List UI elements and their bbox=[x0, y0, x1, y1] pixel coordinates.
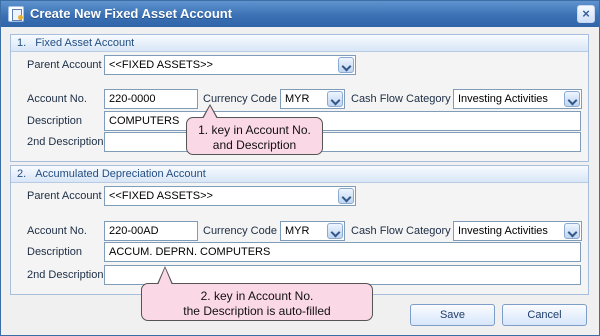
chevron-down-icon[interactable] bbox=[327, 223, 343, 239]
instruction-callout-one: 1. key in Account No. and Description bbox=[186, 104, 323, 155]
cancel-button[interactable]: Cancel bbox=[502, 304, 587, 326]
section-number: 1. bbox=[17, 37, 27, 49]
parent-account-label: Parent Account bbox=[27, 59, 102, 71]
accumulated-depreciation-section-header: 2. Accumulated Depreciation Account bbox=[11, 166, 588, 183]
description-label: Description bbox=[27, 115, 83, 127]
account-no-field[interactable]: 220-0000 bbox=[104, 89, 198, 109]
chevron-down-icon[interactable] bbox=[338, 57, 354, 73]
chevron-down-icon[interactable] bbox=[564, 91, 580, 107]
create-fixed-asset-account-dialog: Create New Fixed Asset Account × 1. Fixed… bbox=[0, 0, 600, 336]
parent-account-dropdown[interactable]: <<FIXED ASSETS>> bbox=[104, 186, 356, 206]
cash-flow-category-dropdown[interactable]: Investing Activities bbox=[453, 221, 582, 241]
description-label: Description bbox=[27, 246, 83, 258]
second-description-label: 2nd Description bbox=[27, 136, 104, 148]
currency-code-dropdown[interactable]: MYR bbox=[280, 221, 345, 241]
cash-flow-category-value: Investing Activities bbox=[458, 93, 548, 105]
section-title: Fixed Asset Account bbox=[35, 37, 135, 49]
parent-account-dropdown[interactable]: <<FIXED ASSETS>> bbox=[104, 55, 356, 75]
instruction-callout-two: 2. key in Account No. the Description is… bbox=[141, 266, 373, 321]
account-no-label: Account No. bbox=[27, 225, 87, 237]
parent-account-value: <<FIXED ASSETS>> bbox=[109, 190, 213, 202]
section-title: Accumulated Depreciation Account bbox=[35, 168, 206, 180]
cash-flow-category-dropdown[interactable]: Investing Activities bbox=[453, 89, 582, 109]
currency-code-label: Currency Code bbox=[203, 225, 277, 237]
dialog-title: Create New Fixed Asset Account bbox=[30, 6, 233, 21]
currency-code-value: MYR bbox=[285, 225, 310, 237]
fixed-asset-account-section-header: 1. Fixed Asset Account bbox=[11, 35, 588, 52]
description-field[interactable]: COMPUTERS bbox=[104, 111, 581, 131]
section-number: 2. bbox=[17, 168, 27, 180]
parent-account-value: <<FIXED ASSETS>> bbox=[109, 59, 213, 71]
second-description-label: 2nd Description bbox=[27, 269, 104, 281]
cash-flow-category-label: Cash Flow Category bbox=[351, 93, 451, 105]
callout-line: 2. key in Account No. bbox=[200, 289, 314, 303]
currency-code-dropdown[interactable]: MYR bbox=[280, 89, 345, 109]
chevron-down-icon[interactable] bbox=[327, 91, 343, 107]
close-button[interactable]: × bbox=[577, 5, 595, 23]
callout-line: and Description bbox=[212, 138, 297, 152]
currency-code-value: MYR bbox=[285, 93, 310, 105]
document-icon bbox=[8, 6, 24, 22]
account-no-label: Account No. bbox=[27, 93, 87, 105]
chevron-down-icon[interactable] bbox=[338, 188, 354, 204]
cash-flow-category-label: Cash Flow Category bbox=[351, 225, 451, 237]
second-description-field[interactable] bbox=[104, 265, 581, 285]
second-description-field[interactable] bbox=[104, 132, 581, 152]
save-button[interactable]: Save bbox=[410, 304, 495, 326]
callout-line: the Description is auto-filled bbox=[183, 304, 331, 318]
callout-line: 1. key in Account No. bbox=[198, 123, 311, 137]
account-no-field[interactable]: 220-00AD bbox=[104, 221, 198, 241]
dialog-title-bar: Create New Fixed Asset Account × bbox=[1, 1, 599, 27]
parent-account-label: Parent Account bbox=[27, 190, 102, 202]
accumulated-depreciation-account-section: 2. Accumulated Depreciation Account Paren… bbox=[10, 165, 589, 295]
cash-flow-category-value: Investing Activities bbox=[458, 225, 548, 237]
chevron-down-icon[interactable] bbox=[564, 223, 580, 239]
description-field[interactable]: ACCUM. DEPRN. COMPUTERS bbox=[104, 242, 581, 262]
